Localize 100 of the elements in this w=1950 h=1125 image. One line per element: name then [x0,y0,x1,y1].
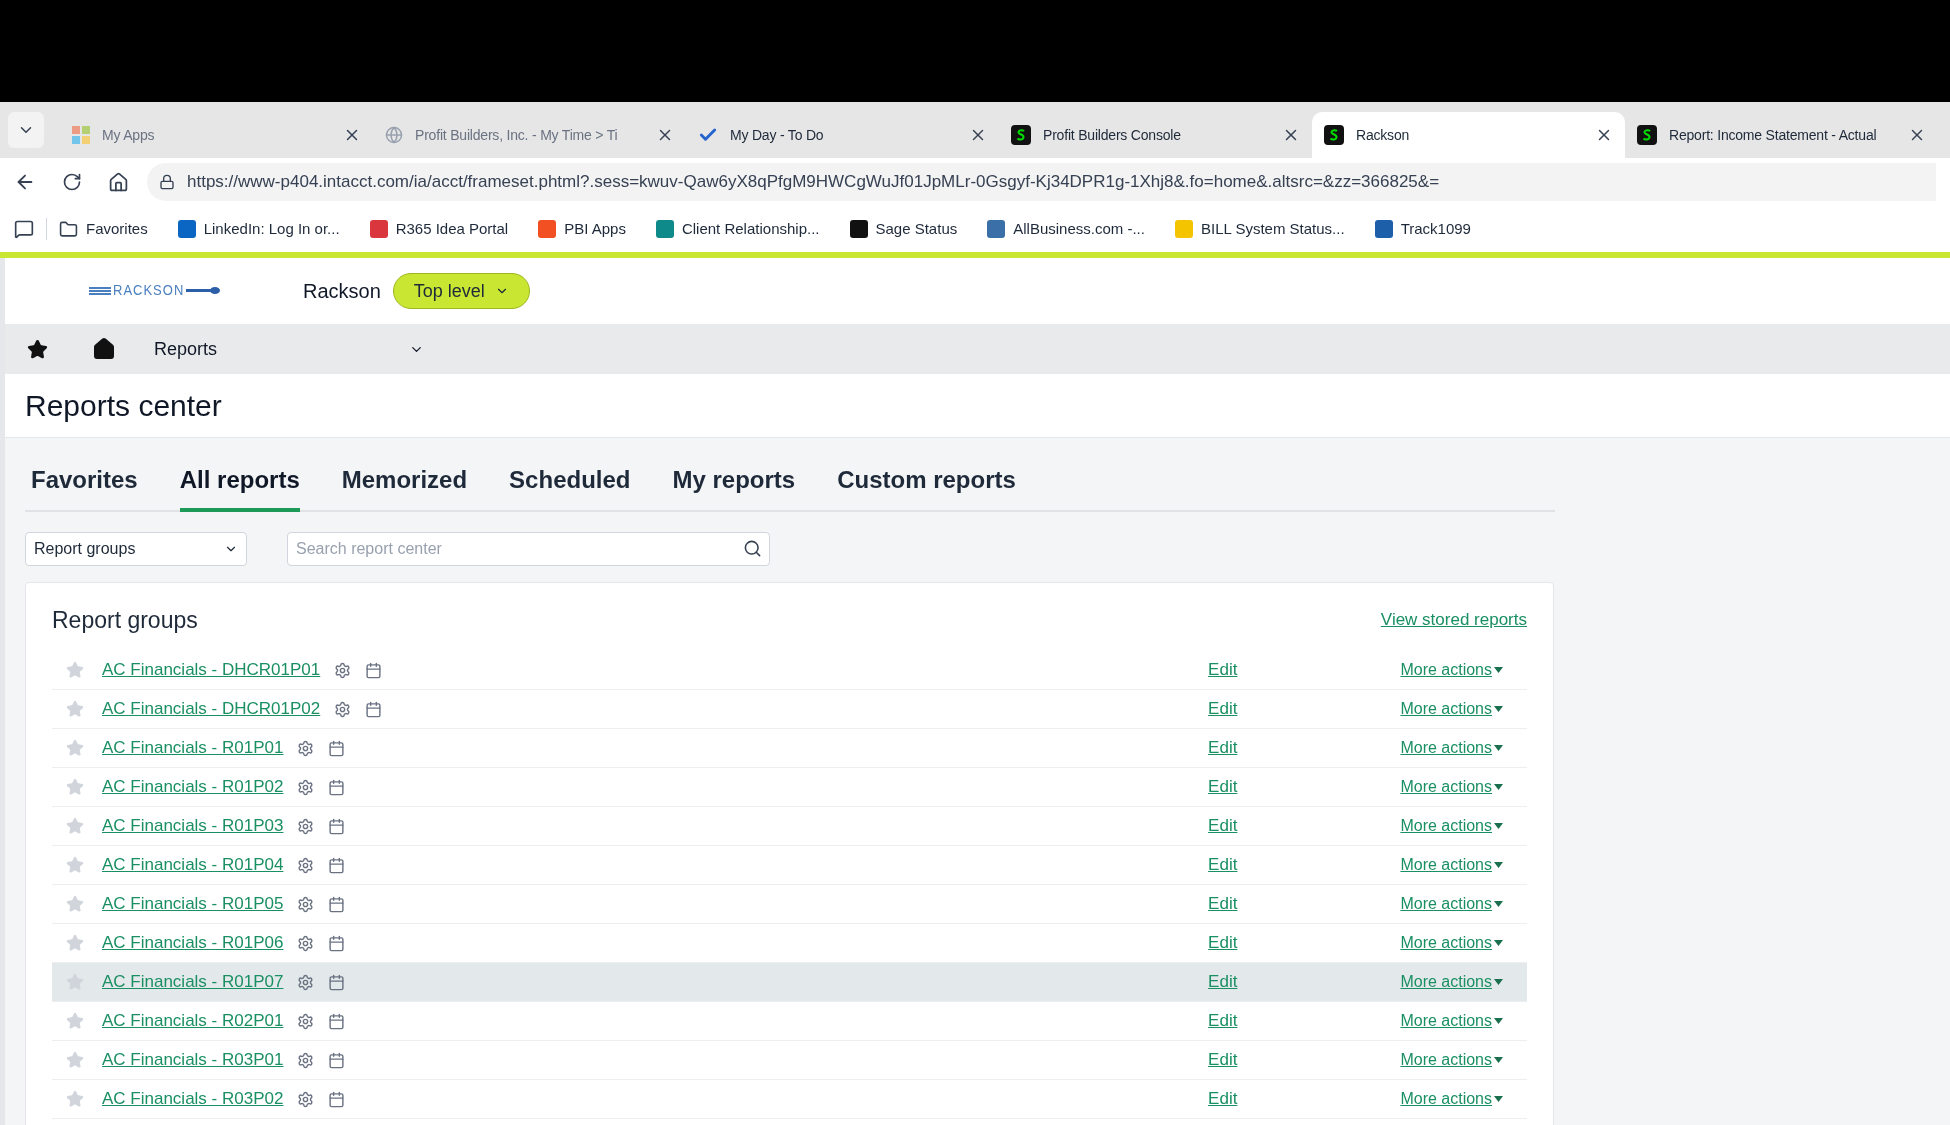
more-actions-link[interactable]: More actions [1400,658,1503,682]
home-icon[interactable] [92,337,116,361]
favorite-star-icon[interactable] [66,778,84,796]
edit-link[interactable]: Edit [1208,696,1238,722]
report-tab[interactable]: All reports [179,462,300,512]
report-tab[interactable]: Custom reports [837,462,1016,512]
address-field[interactable]: https://www-p404.intacct.com/ia/acct/frameset.phtml?.sess=kwuv-Qaw6yX8qPfgM9HWCgWuJf01JpMLr-0Gsgyf-Kj34DPR1g-1Xhj8&.fo=home&.altsrc=&zz=366825&= [147,163,1936,201]
calendar-icon[interactable] [365,661,383,679]
browser-tab[interactable]: Rackson [1312,112,1625,158]
settings-icon[interactable] [297,739,315,757]
report-link[interactable]: AC Financials - R03P02 [102,1086,284,1112]
report-link[interactable]: AC Financials - R01P05 [102,891,284,917]
settings-icon[interactable] [297,1012,315,1030]
view-stored-reports-link[interactable]: View stored reports [1380,607,1527,633]
star-icon[interactable] [27,338,48,360]
report-link[interactable]: AC Financials - R02P01 [102,1008,284,1034]
settings-icon[interactable] [334,661,352,679]
settings-icon[interactable] [297,817,315,835]
more-actions-link[interactable]: More actions [1400,1087,1503,1111]
more-actions-link[interactable]: More actions [1400,814,1503,838]
settings-icon[interactable] [297,973,315,991]
bookmark-item[interactable]: AllBusiness.com -... [987,217,1145,241]
bookmark-item[interactable]: Favorites [59,217,148,241]
section-menu[interactable]: Reports [154,335,424,363]
report-link[interactable]: AC Financials - R01P04 [102,852,284,878]
report-link[interactable]: AC Financials - R01P01 [102,735,284,761]
calendar-icon[interactable] [328,856,346,874]
reload-icon[interactable] [62,172,82,192]
calendar-icon[interactable] [328,817,346,835]
bookmark-item[interactable]: LinkedIn: Log In or... [177,217,340,241]
report-tab[interactable]: Memorized [341,462,468,512]
report-link[interactable]: AC Financials - DHCR01P02 [102,696,321,722]
settings-icon[interactable] [297,895,315,913]
entity-dropdown[interactable]: Top level [392,273,530,309]
report-link[interactable]: AC Financials - R01P07 [102,969,284,995]
edit-link[interactable]: Edit [1208,891,1238,917]
bookmark-item[interactable]: R365 Idea Portal [369,217,509,241]
settings-icon[interactable] [297,856,315,874]
favorite-star-icon[interactable] [66,1051,84,1069]
calendar-icon[interactable] [328,934,346,952]
favorite-star-icon[interactable] [66,739,84,757]
favorite-star-icon[interactable] [66,856,84,874]
grid-icon [72,126,90,144]
report-tab[interactable]: Favorites [31,462,138,512]
calendar-icon[interactable] [328,973,346,991]
favorite-star-icon[interactable] [66,817,84,835]
report-link[interactable]: AC Financials - R01P03 [102,813,284,839]
favorite-star-icon[interactable] [66,895,84,913]
calendar-icon[interactable] [328,895,346,913]
edit-link[interactable]: Edit [1208,852,1238,878]
favorite-star-icon[interactable] [66,934,84,952]
settings-icon[interactable] [297,934,315,952]
calendar-icon[interactable] [328,1090,346,1108]
edit-link[interactable]: Edit [1208,657,1238,683]
report-tab[interactable]: Scheduled [509,462,631,512]
bookmark-item[interactable]: BILL System Status... [1174,217,1345,241]
more-actions-link[interactable]: More actions [1400,931,1503,955]
calendar-icon[interactable] [328,778,346,796]
calendar-icon[interactable] [328,739,346,757]
bookmark-item[interactable]: Track1099 [1374,217,1471,241]
search-icon[interactable] [743,539,762,558]
edit-link[interactable]: Edit [1208,930,1238,956]
favorite-star-icon[interactable] [66,700,84,718]
edit-link[interactable]: Edit [1208,774,1238,800]
more-actions-link[interactable]: More actions [1400,697,1503,721]
favorite-star-icon[interactable] [66,1090,84,1108]
bookmark-item[interactable]: Client Relationship... [655,217,820,241]
edit-link[interactable]: Edit [1208,1086,1238,1112]
more-actions-link[interactable]: More actions [1400,892,1503,916]
settings-icon[interactable] [297,778,315,796]
settings-icon[interactable] [297,1051,315,1069]
settings-icon[interactable] [334,700,352,718]
favorite-star-icon[interactable] [66,661,84,679]
report-link[interactable]: AC Financials - DHCR01P01 [102,657,321,683]
more-actions-link[interactable]: More actions [1400,1048,1503,1072]
more-actions-link[interactable]: More actions [1400,775,1503,799]
search-field[interactable]: Search report center [287,532,770,566]
more-actions-link[interactable]: More actions [1400,853,1503,877]
more-actions-link[interactable]: More actions [1400,736,1503,760]
report-link[interactable]: AC Financials - R01P02 [102,774,284,800]
calendar-icon[interactable] [365,700,383,718]
report-link[interactable]: AC Financials - R03P01 [102,1047,284,1073]
edit-link[interactable]: Edit [1208,813,1238,839]
calendar-icon[interactable] [328,1012,346,1030]
edit-link[interactable]: Edit [1208,735,1238,761]
edit-link[interactable]: Edit [1208,1008,1238,1034]
report-groups-dropdown[interactable]: Report groups [25,532,247,566]
s-logo-icon [1011,125,1031,145]
report-tab[interactable]: My reports [672,462,796,512]
edit-link[interactable]: Edit [1208,1047,1238,1073]
favorite-star-icon[interactable] [66,1012,84,1030]
settings-icon[interactable] [297,1090,315,1108]
bookmark-item[interactable]: PBI Apps [538,217,626,241]
calendar-icon[interactable] [328,1051,346,1069]
bookmark-item[interactable]: Sage Status [849,217,958,241]
more-actions-link[interactable]: More actions [1400,970,1503,994]
more-actions-link[interactable]: More actions [1400,1009,1503,1033]
report-link[interactable]: AC Financials - R01P06 [102,930,284,956]
edit-link[interactable]: Edit [1208,969,1238,995]
home-icon[interactable] [108,171,129,193]
